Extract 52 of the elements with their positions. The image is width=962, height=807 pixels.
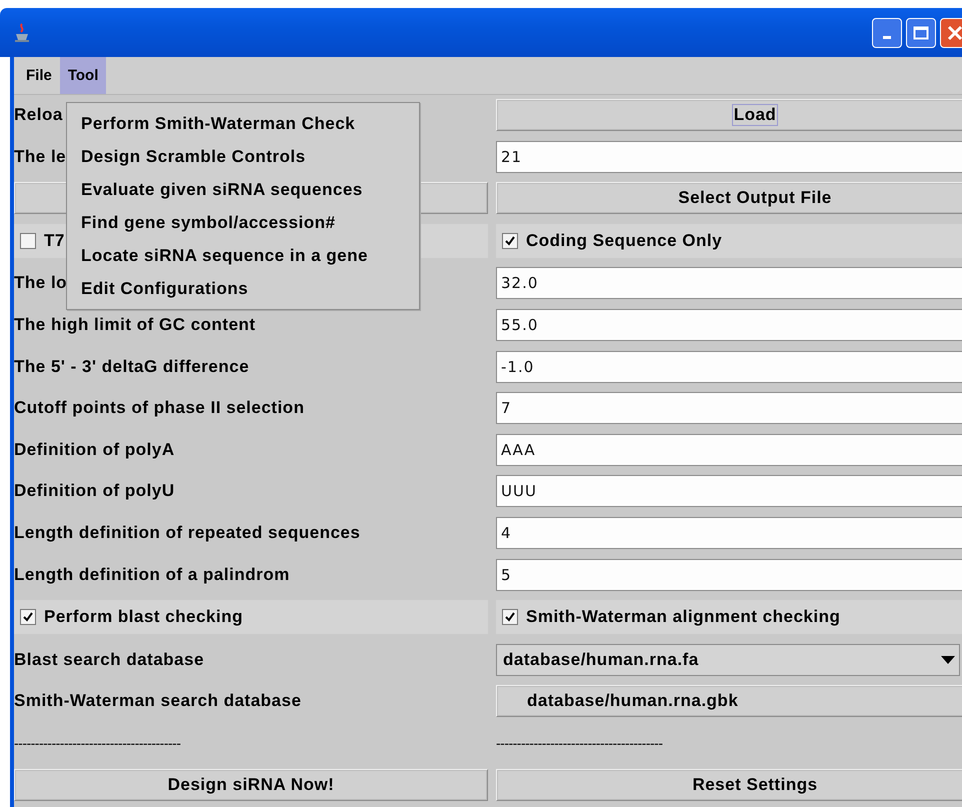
field-label: Definition of polyA bbox=[14, 438, 175, 461]
input-field[interactable]: 32.0 bbox=[496, 267, 962, 300]
checkbox[interactable]: Perform blast checking bbox=[14, 600, 488, 634]
checkbox-icon bbox=[20, 609, 36, 626]
input-field[interactable]: 5 bbox=[496, 558, 962, 591]
menu-option[interactable]: Find gene symbol/accession# bbox=[67, 206, 419, 239]
menu-option[interactable]: Design Scramble Controls bbox=[67, 140, 419, 173]
input-field[interactable]: 4 bbox=[496, 516, 962, 549]
field-label: The le bbox=[14, 146, 66, 168]
dropdown[interactable]: database/human.rna.fa bbox=[496, 644, 960, 676]
menu-item[interactable]: Tool bbox=[60, 57, 106, 94]
checkbox-icon bbox=[502, 609, 518, 626]
cup-icon bbox=[14, 22, 30, 42]
input-field[interactable]: 55.0 bbox=[496, 308, 962, 341]
input-field[interactable]: 21 bbox=[496, 140, 962, 173]
menu-item[interactable]: File bbox=[18, 57, 60, 94]
button[interactable]: database/human.rna.gbk bbox=[496, 685, 962, 718]
field-label: The high limit of GC content bbox=[14, 314, 256, 336]
button[interactable]: Reset Settings bbox=[496, 768, 962, 800]
checkbox[interactable]: Smith-Waterman alignment checking bbox=[496, 600, 962, 634]
checkbox[interactable]: Coding Sequence Only bbox=[496, 224, 962, 258]
close-button[interactable] bbox=[940, 18, 962, 48]
input-field[interactable]: AAA bbox=[496, 434, 962, 466]
checkbox-icon bbox=[20, 232, 36, 249]
menu-option[interactable]: Perform Smith-Waterman Check bbox=[67, 107, 419, 140]
field-label: Reloa bbox=[14, 104, 63, 126]
input-field[interactable]: 7 bbox=[496, 392, 962, 424]
button[interactable]: Select Output File bbox=[496, 182, 962, 214]
field-label: Length definition of a palindrom bbox=[14, 564, 290, 586]
minimize-icon bbox=[883, 36, 891, 39]
field-label: Length definition of repeated sequences bbox=[14, 522, 360, 544]
input-field[interactable]: UUU bbox=[496, 475, 962, 508]
caret-icon bbox=[941, 656, 955, 664]
field-label: Blast search database bbox=[14, 648, 204, 671]
checkbox-icon bbox=[502, 232, 518, 249]
menu-option[interactable]: Locate siRNA sequence in a gene bbox=[67, 239, 419, 272]
field-label: The 5' - 3' deltaG difference bbox=[14, 356, 250, 378]
menu-option[interactable]: Evaluate given siRNA sequences bbox=[67, 173, 419, 206]
button[interactable]: Design siRNA Now! bbox=[14, 768, 488, 800]
separator-text: ---------------------------------------- bbox=[496, 734, 664, 753]
menu-option[interactable]: Edit Configurations bbox=[67, 272, 419, 305]
input-field[interactable]: -1.0 bbox=[496, 350, 962, 383]
field-label: Definition of polyU bbox=[14, 480, 175, 502]
field-label: Cutoff points of phase II selection bbox=[14, 397, 304, 420]
button[interactable]: Load bbox=[496, 99, 962, 131]
maximize-button[interactable] bbox=[906, 18, 936, 48]
close-icon bbox=[947, 24, 962, 40]
field-label: The lo bbox=[14, 272, 68, 294]
separator-text: ---------------------------------------- bbox=[14, 734, 182, 753]
maximize-icon bbox=[913, 26, 929, 40]
minimize-button[interactable] bbox=[872, 18, 902, 48]
field-label: Smith-Waterman search database bbox=[14, 690, 302, 712]
